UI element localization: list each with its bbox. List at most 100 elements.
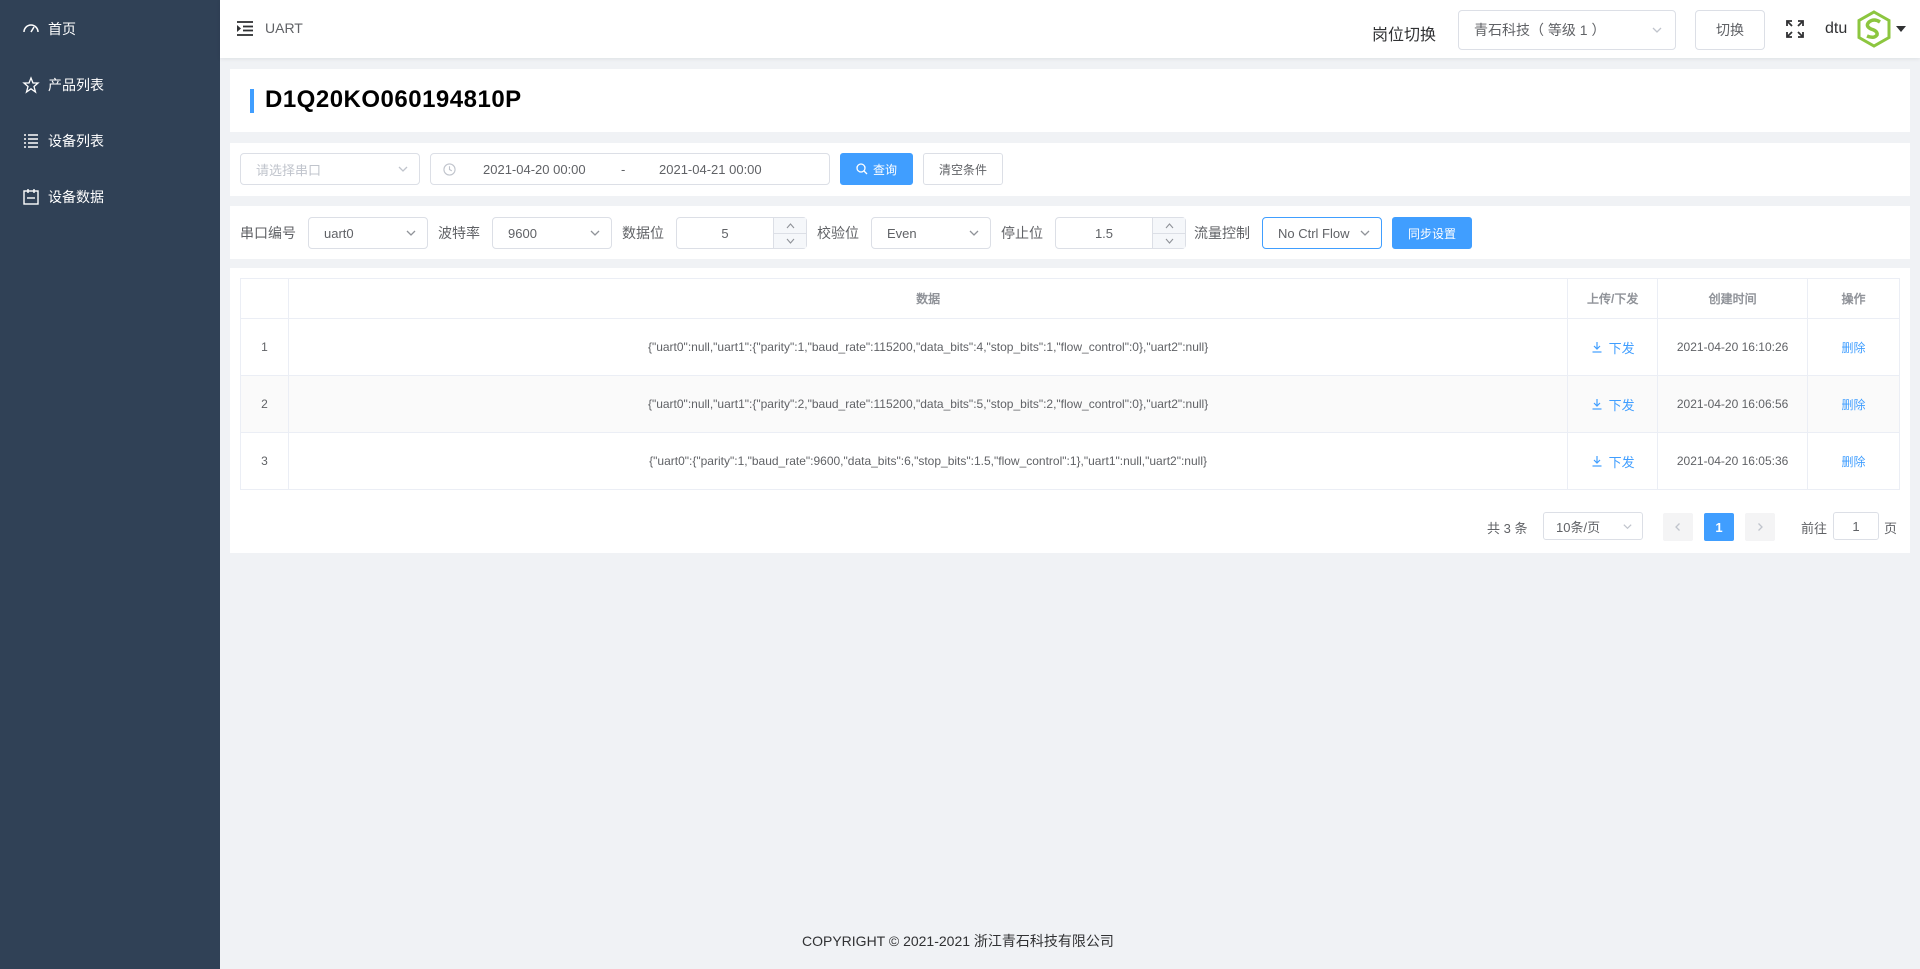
search-icon [856,163,868,175]
parity-select[interactable]: Even [871,217,991,249]
delete-link[interactable]: 删除 [1842,455,1866,469]
chevron-right-icon [1758,523,1763,531]
table-row: 1 {"uart0":null,"uart1":{"parity":1,"bau… [240,318,1900,376]
parity-value: Even [887,225,917,241]
sidebar-item-label: 设备数据 [48,189,104,205]
decrease-button[interactable] [774,233,806,248]
prev-page-button[interactable] [1663,513,1693,541]
sidebar-item-label: 设备列表 [48,133,104,149]
data-bits-label: 数据位 [622,225,664,241]
parity-label: 校验位 [817,225,859,241]
row-action: 删除 [1807,432,1900,490]
send-link-label: 下发 [1608,340,1635,356]
sidebar-item-home[interactable]: 首页 [0,1,220,57]
query-button[interactable]: 查询 [840,153,913,185]
chevron-down-icon [398,166,408,172]
delete-link[interactable]: 删除 [1842,341,1866,355]
table-row: 3 {"uart0":{"parity":1,"baud_rate":9600,… [240,432,1900,490]
send-link[interactable]: 下发 [1591,395,1635,414]
data-bits-stepper[interactable]: 5 [676,217,807,249]
table-row: 2 {"uart0":null,"uart1":{"parity":2,"bau… [240,375,1900,433]
chevron-down-icon [1360,230,1370,236]
decrease-button[interactable] [1153,233,1185,248]
sidebar-item-products[interactable]: 产品列表 [0,57,220,113]
row-index: 1 [240,318,289,376]
column-header-direction: 上传/下发 [1567,278,1659,319]
flow-control-value: No Ctrl Flow [1278,225,1350,241]
date-range-separator: - [621,162,626,177]
row-action: 删除 [1807,375,1900,433]
switch-post-button[interactable]: 切换 [1695,10,1765,50]
goto-label: 前往 [1801,521,1828,536]
page-number-current[interactable]: 1 [1704,513,1734,541]
chevron-up-icon [1165,222,1173,228]
fullscreen-icon[interactable] [1786,20,1804,38]
baud-rate-select[interactable]: 9600 [492,217,612,249]
sidebar-item-label: 首页 [48,21,76,37]
device-title-card: D1Q20KO060194810P [230,69,1910,132]
download-icon [1592,399,1602,410]
clear-conditions-button[interactable]: 清空条件 [923,153,1003,185]
avatar[interactable] [1855,10,1893,48]
page-size-value: 10条/页 [1556,519,1601,535]
increase-button[interactable] [774,218,806,233]
download-icon [1592,456,1602,467]
filter-card: 请选择串口 2021-04-20 00:00 - 2021-04-21 00:0… [230,143,1910,196]
delete-link[interactable]: 删除 [1842,398,1866,412]
chevron-down-icon [1652,27,1662,33]
port-number-select[interactable]: uart0 [308,217,428,249]
clock-icon [443,163,456,176]
date-range-picker[interactable]: 2021-04-20 00:00 - 2021-04-21 00:00 [430,153,830,185]
stop-bits-stepper[interactable]: 1.5 [1055,217,1186,249]
next-page-button[interactable] [1745,513,1775,541]
top-navbar: UART 岗位切换 青石科技（ 等级 1 ） 切换 dtu [220,0,1920,58]
chevron-down-icon [786,238,794,244]
list-icon [22,132,40,150]
chevron-down-icon [590,230,600,236]
sidebar-item-label: 产品列表 [48,77,104,93]
start-time-input[interactable]: 2021-04-20 00:00 [483,162,586,177]
flow-control-select[interactable]: No Ctrl Flow [1262,217,1382,249]
sidebar-item-device-data[interactable]: 设备数据 [0,169,220,225]
sidebar-item-devices[interactable]: 设备列表 [0,113,220,169]
column-header-index [240,278,289,319]
row-action: 删除 [1807,318,1900,376]
footer-copyright: COPYRIGHT © 2021-2021 浙江青石科技有限公司 [802,933,1114,949]
data-bits-stepper-controls [773,218,806,248]
send-link[interactable]: 下发 [1591,452,1635,471]
dashboard-icon [22,20,40,38]
baud-rate-label: 波特率 [438,225,480,241]
user-dropdown-caret[interactable] [1896,26,1906,32]
uart-settings-card: 串口编号 uart0 波特率 9600 数据位 5 校验位 Even 停止位 1… [230,206,1910,259]
chevron-down-icon [1623,524,1632,530]
download-icon [1592,342,1602,353]
goto-page-input[interactable]: 1 [1833,512,1879,540]
row-created-time: 2021-04-20 16:10:26 [1657,318,1809,376]
page-size-select[interactable]: 10条/页 [1543,512,1643,540]
row-data: {"uart0":{"parity":1,"baud_rate":9600,"d… [287,432,1569,490]
title-accent-bar [250,89,254,113]
row-direction: 下发 [1567,318,1659,376]
row-direction: 下发 [1567,375,1659,433]
breadcrumb: UART [265,20,303,36]
user-name: dtu [1825,20,1848,37]
data-table: 数据 上传/下发 创建时间 操作 1 {"uart0":null,"uart1"… [240,278,1900,490]
hamburger-icon[interactable] [236,19,254,37]
port-number-label: 串口编号 [240,225,296,241]
send-link[interactable]: 下发 [1591,338,1635,357]
row-index: 3 [240,432,289,490]
increase-button[interactable] [1153,218,1185,233]
row-data: {"uart0":null,"uart1":{"parity":1,"baud_… [287,318,1569,376]
page-suffix-label: 页 [1884,521,1898,536]
chevron-down-icon [406,230,416,236]
end-time-input[interactable]: 2021-04-21 00:00 [659,162,762,177]
data-table-card: 数据 上传/下发 创建时间 操作 1 {"uart0":null,"uart1"… [230,268,1910,553]
post-select[interactable]: 青石科技（ 等级 1 ） [1458,10,1676,50]
stop-bits-value: 1.5 [1094,225,1114,241]
page-title: D1Q20KO060194810P [265,86,522,113]
port-select[interactable]: 请选择串口 [240,153,420,185]
row-index: 2 [240,375,289,433]
post-switch-label: 岗位切换 [1372,27,1437,44]
sync-settings-button[interactable]: 同步设置 [1392,217,1472,249]
baud-rate-value: 9600 [508,225,537,241]
